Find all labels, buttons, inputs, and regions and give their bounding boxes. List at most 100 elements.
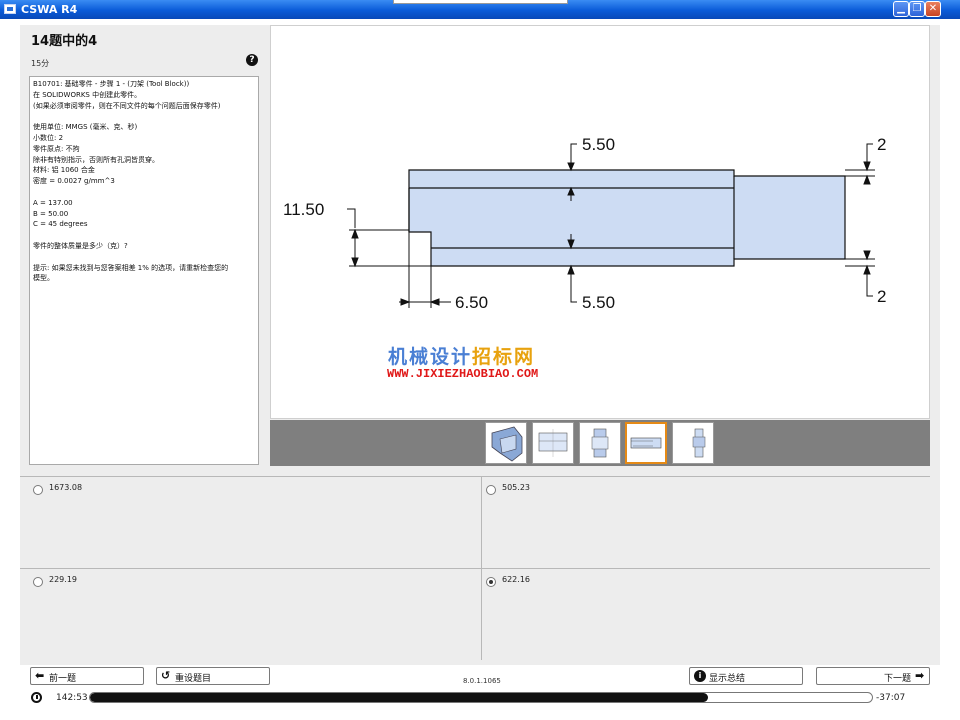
reset-icon: ↺ [161,669,171,682]
answer-radio[interactable] [33,485,43,495]
thumbnail-3[interactable] [579,422,621,464]
drawing-view: 5.50 2 11.50 6.50 5.50 2 机械设计招标网 WWW.JIX… [270,25,930,419]
watermark-text: 机械设计招标网 [388,342,535,369]
previous-button[interactable]: ⬅ 前一题 [30,667,144,685]
thumbnail-strip [270,420,930,466]
engineering-drawing: 5.50 2 11.50 6.50 5.50 2 [283,135,886,312]
arrow-right-icon: ➡ [915,669,925,682]
time-progress-fill [90,693,708,702]
reset-label: 重设题目 [175,674,212,684]
clock-icon [31,692,42,703]
thumbnail-5[interactable] [672,422,714,464]
help-icon[interactable]: ? [246,54,258,66]
question-line: 除非有特别指示，否则所有孔洞皆贯穿。 [33,155,159,164]
answer-option-3[interactable]: 229.19 [20,569,475,660]
dim-arrow-right-bottom-b [863,264,871,275]
thumbnail-1[interactable] [485,422,527,464]
thumbnail-4[interactable] [625,422,667,464]
question-points: 15分 [31,59,50,68]
question-line [33,230,255,241]
question-line: 在 SOLIDWORKS 中创建此零件。 [33,90,142,99]
thumbnail-top-view-icon [538,429,568,457]
elapsed-time: 142:53 [56,693,88,703]
thumbnail-section-view-icon [630,437,662,449]
question-line: 使用单位: MMGS (毫米、克、秒) [33,123,138,132]
show-summary-label: 显示总结 [709,674,746,684]
thumbnail-2[interactable] [532,422,574,464]
minimize-icon: ▁ [897,3,905,14]
dim-leader-right-top [866,143,873,164]
answer-radio-selected[interactable] [486,577,496,587]
dim-arrow-right-top-b [863,174,871,185]
question-line: 模型。 [33,274,54,283]
answer-option-1[interactable]: 1673.08 [20,477,475,568]
dim-leader-right-bottom [866,274,873,297]
question-line: (如果必须审阅零件，则在不同文件的每个问题后面保存零件) [33,101,221,110]
minimize-button[interactable]: ▁ [893,1,909,17]
app-icon [4,4,16,14]
question-line: A = 137.00 [33,198,73,207]
previous-label: 前一题 [49,674,77,684]
version-label: 8.0.1.1065 [463,677,501,685]
answer-option-2[interactable]: 505.23 [473,477,928,568]
next-label: 下一题 [884,674,912,684]
answer-value: 229.19 [49,575,77,584]
watermark-part1: 机械设计 [388,346,473,368]
time-progress-bar [89,692,873,703]
dim-arrow-right-bottom-a [863,250,871,261]
question-line [33,187,255,198]
dim-leader-left [347,208,356,228]
show-summary-button[interactable]: i 显示总结 [689,667,803,685]
question-line: 零件的整体质量是多少（克）? [33,241,128,250]
dim-label-right-top: 2 [877,135,886,154]
answer-option-4[interactable]: 622.16 [473,569,928,660]
question-line: 提示: 如果您未找到与您答案相差 1% 的选项，请重新检查您的 [33,263,229,272]
reset-button[interactable]: ↺ 重设题目 [156,667,270,685]
question-line: 零件原点: 不拘 [33,144,80,153]
dim-arrow-left-a [351,228,359,239]
next-button[interactable]: 下一题 ➡ [816,667,930,685]
dim-arrow-top-a [567,162,575,172]
dim-label-bottom-step: 5.50 [582,293,615,312]
answer-radio[interactable] [33,577,43,587]
dim-label-bottom: 6.50 [455,293,488,312]
question-line: B10701: 基础零件 - 步骤 1 - (刀架 (Tool Block)) [33,80,190,88]
answer-radio[interactable] [486,485,496,495]
thumbnail-front-view-icon [591,428,609,458]
arrow-left-icon: ⬅ [35,669,45,682]
dim-arrow-right-top-a [863,161,871,172]
title-bar-tab [393,0,568,4]
question-line [33,252,255,263]
title-bar: CSWA R4 ▁ ❐ ✕ [0,0,960,19]
dim-label-left: 11.50 [283,200,324,219]
answer-value: 622.16 [502,575,530,584]
close-icon: ✕ [928,3,938,14]
remaining-time: -37:07 [876,693,906,703]
part-outline [408,169,846,267]
window-title: CSWA R4 [21,3,78,16]
info-icon: i [694,670,706,682]
close-button[interactable]: ✕ [925,1,941,17]
watermark-url: WWW.JIXIEZHAOBIAO.COM [387,367,539,381]
thumbnail-iso-icon [491,426,523,462]
answer-options: 1673.08 505.23 229.19 622.16 [20,476,930,660]
question-line [33,111,255,122]
question-line: C = 45 degrees [33,220,88,229]
restore-button[interactable]: ❐ [909,1,925,17]
dim-arrow-bottom-a [400,298,411,306]
thumbnail-side-view-icon [692,428,706,458]
dim-arrow-left-b [351,257,359,268]
dim-arrow-bottom-b [429,298,440,306]
answer-value: 505.23 [502,483,530,492]
dim-label-right-bottom: 2 [877,287,886,306]
question-line: B = 50.00 [33,209,69,218]
answer-value: 1673.08 [49,483,83,492]
question-title: 14题中的4 [31,34,98,49]
restore-icon: ❐ [912,3,922,14]
question-line: 小数位: 2 [33,133,64,142]
question-text: B10701: 基础零件 - 步骤 1 - (刀架 (Tool Block)) … [29,76,259,465]
watermark-part2: 招标网 [472,346,536,368]
dim-label-top: 5.50 [582,135,615,154]
question-line: 材料: 铝 1060 合金 [33,166,95,175]
question-line: 密度 = 0.0027 g/mm^3 [33,177,115,186]
